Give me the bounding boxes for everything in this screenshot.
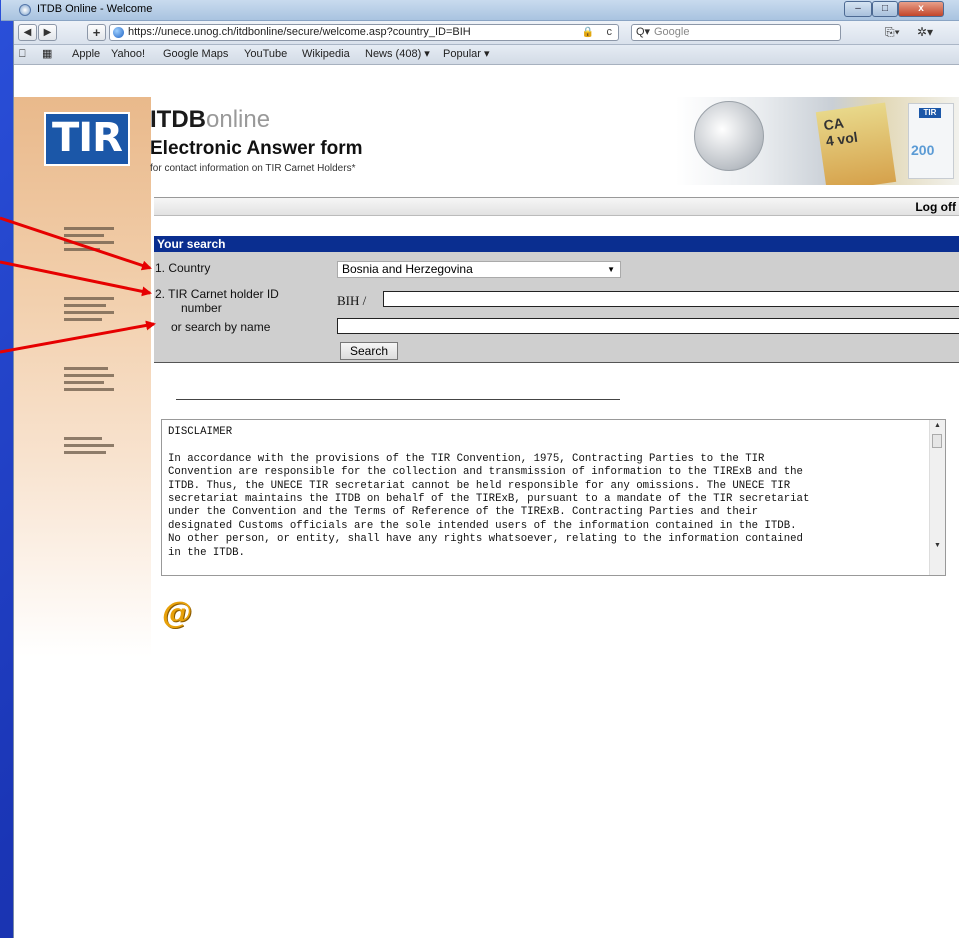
barcode-decoration (64, 374, 114, 377)
app-title: ITDBonline (150, 106, 270, 134)
country-label: 1. Country (155, 261, 211, 275)
divider (176, 399, 620, 400)
scroll-thumb[interactable] (932, 434, 942, 448)
tir-badge: TIR (919, 108, 941, 118)
country-select-value: Bosnia and Herzegovina (342, 262, 473, 276)
lock-icon: 🔒 (581, 27, 594, 38)
window-title: ITDB Online - Welcome (37, 3, 153, 15)
un-emblem-icon (694, 101, 764, 171)
country-select[interactable]: Bosnia and Herzegovina ▼ (337, 261, 621, 278)
barcode-decoration (64, 241, 114, 244)
bookmark-wikipedia[interactable]: Wikipedia (302, 45, 350, 64)
close-button[interactable]: x (898, 1, 944, 17)
barcode-decoration (64, 304, 106, 307)
bookmark-apple[interactable]: Apple (72, 45, 100, 64)
barcode-decoration (64, 381, 104, 384)
page-menu-icon[interactable]: ⎘▾ (885, 25, 900, 40)
globe-icon (113, 27, 124, 38)
email-at-icon[interactable]: @ (162, 596, 192, 631)
barcode-decoration (64, 311, 114, 314)
bookmark-google-maps[interactable]: Google Maps (163, 45, 228, 64)
tir-booklet-image: TIR 200 (908, 103, 954, 179)
barcode-decoration (64, 234, 104, 237)
add-bookmark-button[interactable]: + (87, 24, 106, 41)
app-title-light: online (206, 106, 271, 133)
logoff-link[interactable]: Log off (915, 200, 956, 214)
app-title-bold: ITDB (150, 106, 206, 133)
holder-id-input[interactable] (383, 291, 959, 307)
browser-window: ITDB Online - Welcome – □ x ◀ ▶ + https:… (1, 0, 959, 938)
barcode-decoration (64, 297, 114, 300)
search-input[interactable]: Q▾ Google (631, 24, 841, 41)
barcode-decoration (64, 444, 114, 447)
tir-carnet-image: CA 4 vol (815, 102, 897, 185)
bookmark-news[interactable]: News (408) ▾ (365, 45, 430, 64)
form-subtitle: for contact information on TIR Carnet Ho… (150, 163, 356, 174)
address-bar[interactable]: https://unece.unog.ch/itdbonline/secure/… (109, 24, 619, 41)
scroll-up-icon[interactable]: ▲ (934, 422, 941, 429)
reload-icon[interactable]: c (607, 25, 613, 40)
navigation-bar: ◀ ▶ + https://unece.unog.ch/itdbonline/s… (14, 21, 959, 45)
bookmark-popular[interactable]: Popular ▾ (443, 45, 490, 64)
disclaimer-text: DISCLAIMER In accordance with the provis… (168, 426, 810, 559)
back-button[interactable]: ◀ (18, 24, 37, 41)
form-title: Electronic Answer form (150, 138, 363, 159)
barcode-decoration (64, 451, 106, 454)
barcode-decoration (64, 227, 114, 230)
search-icon: Q▾ (636, 26, 651, 38)
holder-id-label: 2. TIR Carnet holder ID (155, 287, 279, 301)
settings-gear-icon[interactable]: ✲▾ (917, 25, 933, 39)
search-placeholder: Google (654, 26, 690, 38)
disclaimer-textarea[interactable]: DISCLAIMER In accordance with the provis… (161, 419, 946, 576)
title-bar: ITDB Online - Welcome – □ x (1, 0, 959, 21)
disclaimer-scrollbar[interactable]: ▲ ▼ (929, 420, 945, 575)
barcode-decoration (64, 367, 108, 370)
forward-button[interactable]: ▶ (38, 24, 57, 41)
tir-badge-number: 200 (911, 142, 935, 158)
bookmarks-bar: ⎕ ▦ Apple Yahoo! Google Maps YouTube Wik… (14, 45, 959, 65)
scroll-down-icon[interactable]: ▼ (934, 542, 941, 549)
search-heading: Your search (154, 236, 959, 252)
header-banner-image: CA 4 vol TIR 200 (676, 97, 959, 185)
holder-id-label-line2: number (181, 301, 222, 315)
url-text: https://unece.unog.ch/itdbonline/secure/… (128, 26, 471, 38)
maximize-button[interactable]: □ (872, 1, 898, 17)
safari-icon (19, 4, 31, 16)
barcode-decoration (64, 388, 114, 391)
top-sites-icon[interactable]: ▦ (42, 45, 52, 64)
logoff-bar: Log off (154, 197, 959, 216)
bookmark-youtube[interactable]: YouTube (244, 45, 287, 64)
barcode-decoration (64, 318, 102, 321)
holder-name-input[interactable] (337, 318, 959, 334)
reading-list-icon[interactable]: ⎕ (19, 45, 26, 64)
search-button[interactable]: Search (340, 342, 398, 360)
decorative-side-banner (14, 97, 151, 657)
country-prefix: BIH / (337, 293, 367, 308)
barcode-decoration (64, 248, 100, 251)
search-panel: Your search 1. Country Bosnia and Herzeg… (154, 236, 959, 363)
chevron-down-icon: ▼ (607, 265, 615, 274)
bookmark-yahoo[interactable]: Yahoo! (111, 45, 145, 64)
minimize-button[interactable]: – (844, 1, 872, 17)
tir-logo: TIR (44, 112, 130, 166)
name-search-label: or search by name (171, 320, 271, 334)
web-page: TIR ITDBonline Electronic Answer form fo… (14, 66, 959, 938)
barcode-decoration (64, 437, 102, 440)
